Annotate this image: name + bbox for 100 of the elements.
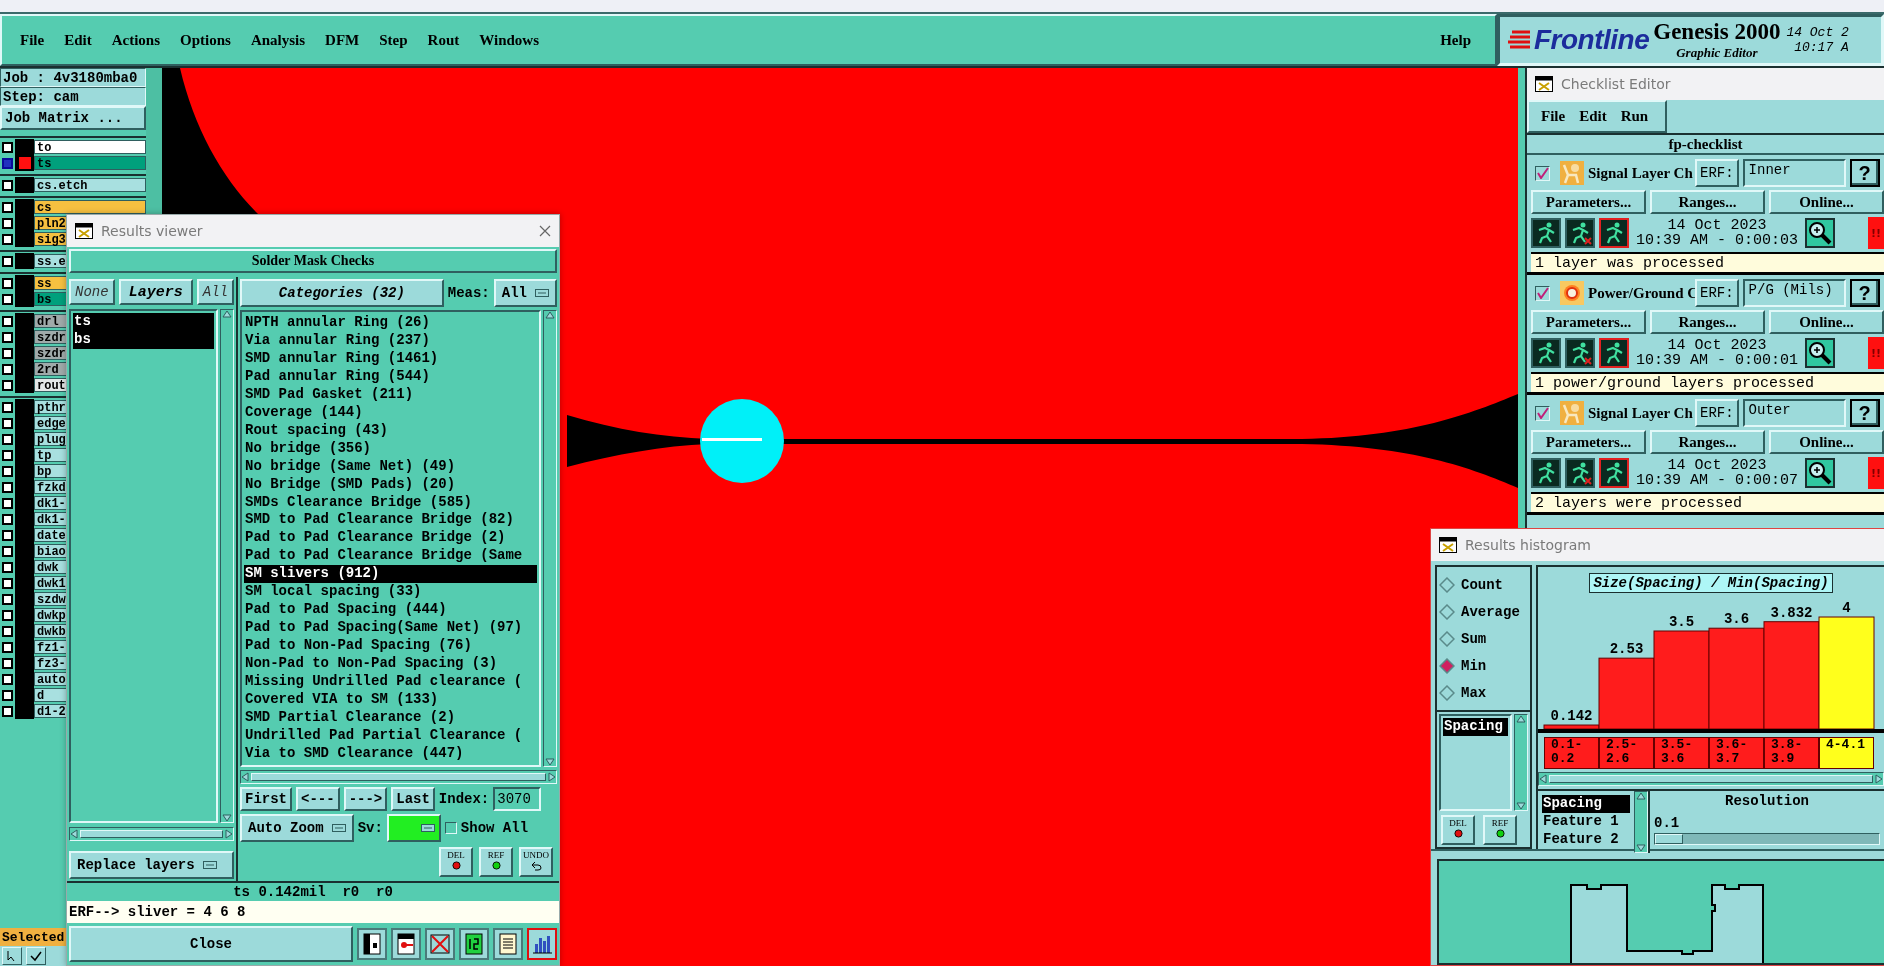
down-arrow-icon[interactable]	[222, 814, 232, 822]
navigation-button[interactable]: Last	[391, 787, 435, 811]
erf-field[interactable]: Outer	[1742, 399, 1846, 427]
list-item[interactable]: Rout spacing (43)	[244, 421, 537, 440]
runner-icon[interactable]	[1599, 458, 1629, 488]
list-item[interactable]: SMD Partial Clearance (2)	[244, 708, 537, 727]
list-item[interactable]: Pad annular Ring (544)	[244, 367, 537, 386]
menu-item[interactable]: Run	[1620, 108, 1649, 125]
meas-dropdown[interactable]: All	[493, 279, 557, 307]
list-item[interactable]: Pad to Non-Pad Spacing (76)	[244, 637, 537, 656]
list-item[interactable]: SMD to Pad Clearance Bridge (82)	[244, 511, 537, 530]
list-item[interactable]: Pad to Pad Spacing (444)	[244, 601, 537, 620]
down-arrow-icon[interactable]	[545, 758, 555, 766]
help-button[interactable]: ?	[1849, 159, 1880, 187]
erf-button[interactable]: ERF:	[1695, 159, 1739, 187]
list-item[interactable]: Feature 1	[1542, 813, 1630, 831]
left-arrow-icon[interactable]	[1539, 774, 1547, 784]
navigation-button[interactable]: First	[240, 787, 292, 811]
layer-checkbox[interactable]	[2, 705, 13, 717]
layer-filter-button[interactable]: All	[196, 279, 234, 305]
list-item[interactable]: No bridge (Same Net) (49)	[244, 457, 537, 476]
left-arrow-icon[interactable]	[70, 829, 78, 839]
menu-item[interactable]: Edit	[54, 28, 102, 52]
list-item[interactable]: Spacing	[1542, 795, 1630, 813]
scrollbar[interactable]	[1514, 714, 1528, 811]
delete-button[interactable]: DEL	[1441, 815, 1475, 845]
erf-button[interactable]: ERF:	[1695, 399, 1739, 427]
layer-checkbox[interactable]	[2, 363, 13, 375]
up-arrow-icon[interactable]	[1636, 792, 1646, 800]
layer-checkbox[interactable]	[2, 657, 13, 669]
layer-checkbox[interactable]	[2, 609, 13, 621]
check-action-button[interactable]: Parameters...	[1531, 430, 1646, 454]
checkbox[interactable]	[1535, 405, 1550, 421]
right-arrow-icon[interactable]	[225, 829, 233, 839]
zoom-in-icon[interactable]	[1805, 338, 1835, 368]
erf-button[interactable]: ERF:	[1695, 279, 1739, 307]
list-item[interactable]: ts	[73, 313, 214, 331]
list-item[interactable]: bs	[73, 331, 214, 349]
layer-checkbox[interactable]	[2, 331, 13, 343]
menu-item[interactable]: Windows	[469, 28, 549, 52]
layer-checkbox[interactable]	[2, 449, 13, 461]
job-matrix-button[interactable]: Job Matrix ...	[0, 106, 146, 130]
layer-item[interactable]: ts	[34, 156, 146, 170]
list-item[interactable]: Non-Pad to Non-Pad Spacing (3)	[244, 655, 537, 674]
zoom-mode-dropdown[interactable]: Auto Zoom	[240, 814, 354, 842]
check-action-button[interactable]: Online...	[1769, 190, 1884, 214]
layer-filter-button[interactable]: Layers	[118, 279, 193, 305]
layer-checkbox[interactable]	[2, 379, 13, 391]
numbered-tool-button[interactable]	[459, 928, 489, 960]
menu-item[interactable]: Help	[1430, 28, 1481, 52]
scrollbar[interactable]	[543, 310, 557, 767]
up-arrow-icon[interactable]	[1516, 715, 1526, 723]
runner-icon[interactable]	[1565, 338, 1595, 368]
list-item[interactable]: SMDs Clearance Bridge (585)	[244, 493, 537, 512]
navigation-button[interactable]: <---	[296, 787, 340, 811]
erf-field[interactable]: Inner	[1742, 159, 1846, 187]
list-item[interactable]: SM local spacing (33)	[244, 583, 537, 602]
radio-button[interactable]	[1439, 657, 1455, 674]
layer-checkbox[interactable]	[2, 179, 13, 191]
layer-item[interactable]: to	[34, 140, 146, 154]
layer-checkbox[interactable]	[2, 347, 13, 359]
navigation-button[interactable]: --->	[343, 787, 388, 811]
pointer-button[interactable]	[2, 947, 22, 965]
list-item[interactable]: Via to SMD Clearance (447)	[244, 744, 537, 763]
list-item[interactable]: No bridge (356)	[244, 439, 537, 458]
layer-item[interactable]: cs	[34, 200, 146, 214]
layer-checkbox[interactable]	[2, 561, 13, 573]
symbol-dropdown[interactable]	[386, 814, 441, 842]
categories-button[interactable]: Categories (32)	[240, 279, 444, 307]
checkbox[interactable]	[1535, 285, 1550, 301]
layer-checkbox[interactable]	[2, 481, 13, 493]
erf-off-tool-button[interactable]	[425, 928, 455, 960]
radio-button[interactable]	[1439, 576, 1455, 593]
check-action-button[interactable]: Ranges...	[1650, 190, 1765, 214]
check-action-button[interactable]: Ranges...	[1650, 430, 1765, 454]
check-action-button[interactable]: Parameters...	[1531, 190, 1646, 214]
layer-checkbox[interactable]	[2, 545, 13, 557]
runner-icon[interactable]	[1599, 338, 1629, 368]
scrollbar[interactable]	[1634, 791, 1648, 853]
right-arrow-icon[interactable]	[548, 772, 556, 782]
list-item[interactable]: Undrilled Pad Partial Clearance (	[244, 726, 537, 745]
list-item[interactable]: Pad to Pad Clearance Bridge (Same	[244, 547, 537, 566]
up-arrow-icon[interactable]	[545, 311, 555, 319]
radio-button[interactable]	[1439, 603, 1455, 620]
check-action-button[interactable]: Ranges...	[1650, 310, 1765, 334]
index-field[interactable]: 3070	[493, 787, 542, 811]
menu-item[interactable]: File	[1541, 108, 1566, 125]
scrollbar[interactable]	[1538, 772, 1884, 786]
close-icon[interactable]	[539, 225, 551, 237]
menu-item[interactable]: Options	[170, 28, 241, 52]
left-arrow-icon[interactable]	[241, 772, 249, 782]
check-action-button[interactable]: Online...	[1769, 310, 1884, 334]
layer-checkbox[interactable]	[2, 417, 13, 429]
histogram-tool-button[interactable]	[527, 928, 557, 960]
slider-thumb[interactable]	[1655, 834, 1683, 844]
list-item[interactable]: SM slivers (912)	[244, 565, 537, 584]
layer-checkbox[interactable]	[2, 673, 13, 685]
layer-checkbox[interactable]	[2, 157, 13, 169]
radio-button[interactable]	[1439, 684, 1455, 701]
refresh-button[interactable]: REF	[1483, 815, 1517, 845]
